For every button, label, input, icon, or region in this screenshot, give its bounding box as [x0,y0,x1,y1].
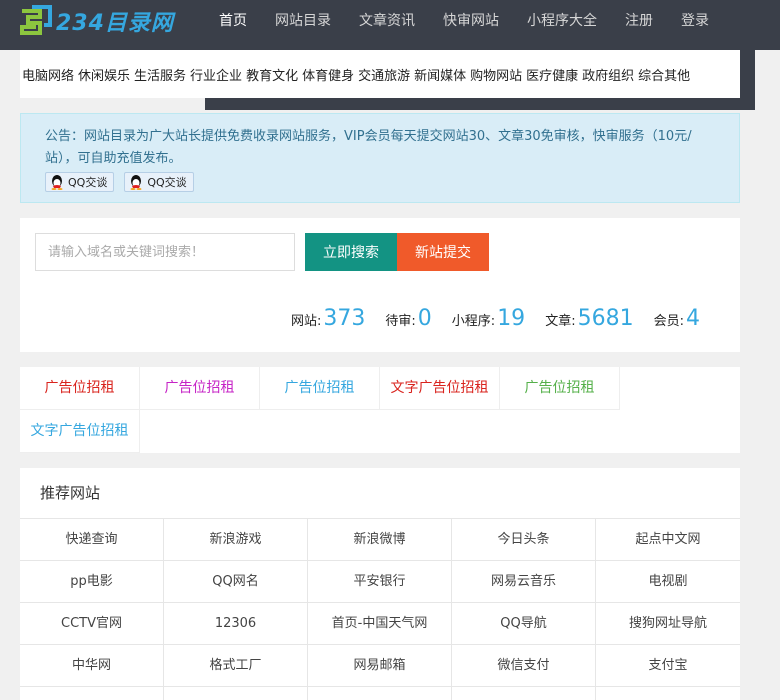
category-link[interactable]: 行业企业 [188,65,244,84]
category-link[interactable]: 综合其他 [636,65,692,84]
site-link[interactable]: 搜狗网址导航 [596,603,740,645]
ad-slot[interactable]: 广告位招租 [260,367,380,410]
category-link[interactable]: 电脑网络 [20,65,76,84]
site-link[interactable] [164,687,308,700]
nav-home[interactable]: 首页 [205,0,261,42]
stat-label: 待审 [385,314,412,329]
search-button[interactable]: 立即搜索 [305,233,397,271]
nav-fast-review[interactable]: 快审网站 [429,0,513,42]
stat-value: 373 [323,306,366,331]
stat-value: 5681 [577,306,634,331]
site-stats: 网站: 373 待审: 0 小程序: 19 文章: 5681 会员: 4 [291,306,700,331]
category-link[interactable]: 生活服务 [132,65,188,84]
top-navbar: 234目录网 首页 网站目录 文章资讯 快审网站 小程序大全 注册 登录 [0,0,780,50]
nav-register[interactable]: 注册 [611,0,667,42]
stat-value: 19 [497,306,526,331]
stat-articles: 文章: 5681 [545,306,634,331]
site-link[interactable]: 网易云音乐 [452,561,596,603]
ad-slot[interactable]: 广告位招租 [140,367,260,410]
site-grid: 快递查询 新浪游戏 新浪微博 今日头条 起点中文网 pp电影 QQ网名 平安银行… [20,519,740,700]
site-link[interactable] [596,687,740,700]
ad-slot[interactable]: 文字广告位招租 [380,367,500,410]
logo-text: 234目录网 [56,11,174,36]
announcement-text: 公告：网站目录为广大站长提供免费收录网站服务，VIP会员每天提交网站30、文章3… [45,129,692,166]
site-link[interactable]: 首页-中国天气网 [308,603,452,645]
category-bar: 电脑网络 休闲娱乐 生活服务 行业企业 教育文化 体育健身 交通旅游 新闻媒体 … [20,50,740,98]
site-link[interactable]: 中华网 [20,645,164,687]
site-link[interactable] [20,687,164,700]
stat-pending: 待审: 0 [385,306,432,331]
recommended-sites: 推荐网站 快递查询 新浪游戏 新浪微博 今日头条 起点中文网 pp电影 QQ网名… [20,468,740,700]
category-link[interactable]: 购物网站 [468,65,524,84]
site-link[interactable]: 网易邮箱 [308,645,452,687]
announcement-box: 公告：网站目录为广大站长提供免费收录网站服务，VIP会员每天提交网站30、文章3… [20,113,740,203]
qq-chat-label: QQ交谈 [147,176,187,189]
stat-value: 4 [686,306,700,331]
site-link[interactable]: 新浪游戏 [164,519,308,561]
site-link[interactable]: 微信支付 [452,645,596,687]
category-link[interactable]: 教育文化 [244,65,300,84]
site-link[interactable]: 格式工厂 [164,645,308,687]
category-link[interactable]: 交通旅游 [356,65,412,84]
ad-slot[interactable]: 广告位招租 [500,367,620,410]
main-nav: 首页 网站目录 文章资讯 快审网站 小程序大全 注册 登录 [205,0,723,42]
nav-articles[interactable]: 文章资讯 [345,0,429,42]
stat-members: 会员: 4 [653,306,700,331]
site-link[interactable]: 平安银行 [308,561,452,603]
qq-penguin-icon [51,175,63,190]
site-link[interactable]: 快递查询 [20,519,164,561]
site-link[interactable]: 电视剧 [596,561,740,603]
qq-contact-row: QQ交谈 QQ交谈 [45,172,715,192]
nav-login[interactable]: 登录 [667,0,723,42]
site-link[interactable]: 起点中文网 [596,519,740,561]
category-link[interactable]: 体育健身 [300,65,356,84]
stat-mini-programs: 小程序: 19 [451,306,526,331]
qq-chat-button[interactable]: QQ交谈 [124,172,194,192]
ad-slots: 广告位招租 广告位招租 广告位招租 文字广告位招租 广告位招租 文字广告位招租 [20,367,740,453]
category-link[interactable]: 政府组织 [580,65,636,84]
submit-site-button[interactable]: 新站提交 [397,233,489,271]
stat-label: 会员 [653,314,680,329]
logo-icon [20,5,52,35]
site-logo[interactable]: 234目录网 [18,3,174,39]
site-link[interactable]: CCTV官网 [20,603,164,645]
site-link[interactable]: 今日头条 [452,519,596,561]
stat-label: 文章 [545,314,572,329]
search-panel: 立即搜索 新站提交 网站: 373 待审: 0 小程序: 19 文章: 5681… [20,218,740,352]
stat-sites: 网站: 373 [290,306,366,331]
site-link[interactable] [452,687,596,700]
nav-mini-programs[interactable]: 小程序大全 [513,0,611,42]
search-input[interactable] [35,233,295,271]
qq-chat-label: QQ交谈 [68,176,108,189]
category-link[interactable]: 休闲娱乐 [76,65,132,84]
section-title: 推荐网站 [20,468,740,519]
stat-label: 小程序 [451,314,491,329]
site-link[interactable]: 12306 [164,603,308,645]
qq-penguin-icon [130,175,142,190]
category-link[interactable]: 医疗健康 [524,65,580,84]
category-link[interactable]: 新闻媒体 [412,65,468,84]
stat-label: 网站 [290,314,317,329]
ad-slot[interactable]: 广告位招租 [20,367,140,410]
site-link[interactable]: 新浪微博 [308,519,452,561]
site-link[interactable]: pp电影 [20,561,164,603]
qq-chat-button[interactable]: QQ交谈 [45,172,115,192]
site-link[interactable]: QQ网名 [164,561,308,603]
ad-slot[interactable]: 文字广告位招租 [20,410,140,453]
site-link[interactable] [308,687,452,700]
site-link[interactable]: 支付宝 [596,645,740,687]
site-link[interactable]: QQ导航 [452,603,596,645]
nav-directory[interactable]: 网站目录 [261,0,345,42]
stat-value: 0 [417,306,432,331]
